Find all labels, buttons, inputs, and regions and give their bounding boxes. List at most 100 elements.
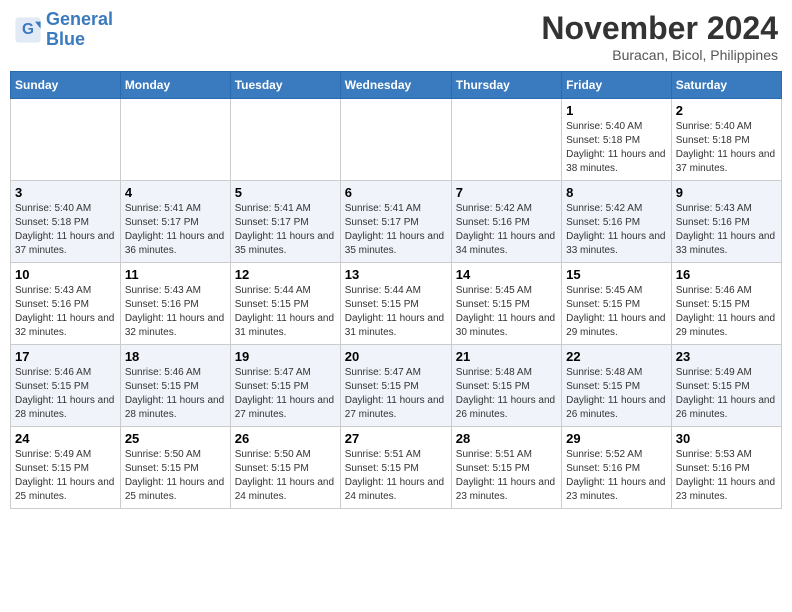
day-number: 29 <box>566 431 667 446</box>
calendar-cell: 4 Sunrise: 5:41 AMSunset: 5:17 PMDaylight… <box>120 181 230 263</box>
day-number: 2 <box>676 103 777 118</box>
day-info: Sunrise: 5:53 AMSunset: 5:16 PMDaylight:… <box>676 448 777 504</box>
day-info: Sunrise: 5:50 AMSunset: 5:15 PMDaylight:… <box>125 448 226 504</box>
calendar-cell: 21 Sunrise: 5:48 AMSunset: 5:15 PMDayligh… <box>451 345 561 427</box>
calendar-cell: 28 Sunrise: 5:51 AMSunset: 5:15 PMDayligh… <box>451 427 561 509</box>
calendar-cell: 29 Sunrise: 5:52 AMSunset: 5:16 PMDayligh… <box>562 427 672 509</box>
day-number: 19 <box>235 349 336 364</box>
day-number: 21 <box>456 349 557 364</box>
calendar-cell <box>230 99 340 181</box>
logo-line2: Blue <box>46 30 113 50</box>
title-block: November 2024 Buracan, Bicol, Philippine… <box>541 10 778 63</box>
calendar-cell <box>11 99 121 181</box>
day-info: Sunrise: 5:48 AMSunset: 5:15 PMDaylight:… <box>456 366 557 422</box>
day-number: 30 <box>676 431 777 446</box>
day-header-thursday: Thursday <box>451 72 561 99</box>
day-number: 22 <box>566 349 667 364</box>
calendar-cell: 23 Sunrise: 5:49 AMSunset: 5:15 PMDayligh… <box>671 345 781 427</box>
logo: G General Blue <box>14 10 113 50</box>
calendar-week-row: 3 Sunrise: 5:40 AMSunset: 5:18 PMDaylight… <box>11 181 782 263</box>
calendar-cell <box>451 99 561 181</box>
day-number: 9 <box>676 185 777 200</box>
calendar-cell: 1 Sunrise: 5:40 AMSunset: 5:18 PMDaylight… <box>562 99 672 181</box>
calendar-cell: 11Sunrise: 5:43 AMSunset: 5:16 PMDayligh… <box>120 263 230 345</box>
day-number: 23 <box>676 349 777 364</box>
day-info: Sunrise: 5:44 AMSunset: 5:15 PMDaylight:… <box>345 284 447 340</box>
calendar-cell <box>120 99 230 181</box>
day-number: 28 <box>456 431 557 446</box>
day-header-saturday: Saturday <box>671 72 781 99</box>
calendar-cell: 25Sunrise: 5:50 AMSunset: 5:15 PMDayligh… <box>120 427 230 509</box>
day-number: 13 <box>345 267 447 282</box>
day-info: Sunrise: 5:48 AMSunset: 5:15 PMDaylight:… <box>566 366 667 422</box>
calendar-cell: 13 Sunrise: 5:44 AMSunset: 5:15 PMDayligh… <box>340 263 451 345</box>
calendar-cell: 5 Sunrise: 5:41 AMSunset: 5:17 PMDaylight… <box>230 181 340 263</box>
calendar-cell: 18 Sunrise: 5:46 AMSunset: 5:15 PMDayligh… <box>120 345 230 427</box>
logo-line1: General <box>46 9 113 29</box>
calendar-cell: 7 Sunrise: 5:42 AMSunset: 5:16 PMDaylight… <box>451 181 561 263</box>
day-info: Sunrise: 5:46 AMSunset: 5:15 PMDaylight:… <box>125 366 226 422</box>
day-info: Sunrise: 5:40 AMSunset: 5:18 PMDaylight:… <box>676 120 777 176</box>
page-header: G General Blue November 2024 Buracan, Bi… <box>10 10 782 63</box>
calendar-week-row: 10Sunrise: 5:43 AMSunset: 5:16 PMDayligh… <box>11 263 782 345</box>
day-number: 26 <box>235 431 336 446</box>
day-number: 3 <box>15 185 116 200</box>
calendar-cell: 6 Sunrise: 5:41 AMSunset: 5:17 PMDaylight… <box>340 181 451 263</box>
day-number: 6 <box>345 185 447 200</box>
calendar-cell: 22 Sunrise: 5:48 AMSunset: 5:15 PMDayligh… <box>562 345 672 427</box>
day-info: Sunrise: 5:51 AMSunset: 5:15 PMDaylight:… <box>456 448 557 504</box>
day-number: 5 <box>235 185 336 200</box>
logo-text: General Blue <box>46 10 113 50</box>
month-title: November 2024 <box>541 10 778 47</box>
calendar-cell: 16Sunrise: 5:46 AMSunset: 5:15 PMDayligh… <box>671 263 781 345</box>
day-number: 4 <box>125 185 226 200</box>
day-info: Sunrise: 5:49 AMSunset: 5:15 PMDaylight:… <box>15 448 116 504</box>
calendar-cell: 12 Sunrise: 5:44 AMSunset: 5:15 PMDayligh… <box>230 263 340 345</box>
day-info: Sunrise: 5:50 AMSunset: 5:15 PMDaylight:… <box>235 448 336 504</box>
day-info: Sunrise: 5:52 AMSunset: 5:16 PMDaylight:… <box>566 448 667 504</box>
day-info: Sunrise: 5:41 AMSunset: 5:17 PMDaylight:… <box>235 202 336 258</box>
day-info: Sunrise: 5:47 AMSunset: 5:15 PMDaylight:… <box>345 366 447 422</box>
calendar-cell: 17Sunrise: 5:46 AMSunset: 5:15 PMDayligh… <box>11 345 121 427</box>
day-info: Sunrise: 5:43 AMSunset: 5:16 PMDaylight:… <box>676 202 777 258</box>
day-info: Sunrise: 5:43 AMSunset: 5:16 PMDaylight:… <box>15 284 116 340</box>
calendar-cell: 2 Sunrise: 5:40 AMSunset: 5:18 PMDaylight… <box>671 99 781 181</box>
calendar-cell: 9 Sunrise: 5:43 AMSunset: 5:16 PMDaylight… <box>671 181 781 263</box>
calendar-table: SundayMondayTuesdayWednesdayThursdayFrid… <box>10 71 782 509</box>
day-number: 7 <box>456 185 557 200</box>
day-number: 17 <box>15 349 116 364</box>
day-number: 18 <box>125 349 226 364</box>
calendar-cell: 10Sunrise: 5:43 AMSunset: 5:16 PMDayligh… <box>11 263 121 345</box>
day-header-monday: Monday <box>120 72 230 99</box>
calendar-week-row: 24 Sunrise: 5:49 AMSunset: 5:15 PMDayligh… <box>11 427 782 509</box>
calendar-cell: 19Sunrise: 5:47 AMSunset: 5:15 PMDayligh… <box>230 345 340 427</box>
day-info: Sunrise: 5:41 AMSunset: 5:17 PMDaylight:… <box>345 202 447 258</box>
calendar-cell: 20 Sunrise: 5:47 AMSunset: 5:15 PMDayligh… <box>340 345 451 427</box>
calendar-cell: 26 Sunrise: 5:50 AMSunset: 5:15 PMDayligh… <box>230 427 340 509</box>
calendar-week-row: 1 Sunrise: 5:40 AMSunset: 5:18 PMDaylight… <box>11 99 782 181</box>
day-number: 1 <box>566 103 667 118</box>
calendar-cell: 15Sunrise: 5:45 AMSunset: 5:15 PMDayligh… <box>562 263 672 345</box>
day-number: 24 <box>15 431 116 446</box>
day-info: Sunrise: 5:40 AMSunset: 5:18 PMDaylight:… <box>566 120 667 176</box>
day-info: Sunrise: 5:41 AMSunset: 5:17 PMDaylight:… <box>125 202 226 258</box>
day-info: Sunrise: 5:51 AMSunset: 5:15 PMDaylight:… <box>345 448 447 504</box>
day-header-tuesday: Tuesday <box>230 72 340 99</box>
day-number: 27 <box>345 431 447 446</box>
calendar-cell: 14Sunrise: 5:45 AMSunset: 5:15 PMDayligh… <box>451 263 561 345</box>
day-number: 12 <box>235 267 336 282</box>
day-info: Sunrise: 5:42 AMSunset: 5:16 PMDaylight:… <box>456 202 557 258</box>
location-subtitle: Buracan, Bicol, Philippines <box>541 47 778 63</box>
calendar-week-row: 17 Sunrise: 5:46 AMSunset: 5:15 PMDayligh… <box>11 345 782 427</box>
day-info: Sunrise: 5:49 AMSunset: 5:15 PMDaylight:… <box>676 366 777 422</box>
calendar-cell: 3 Sunrise: 5:40 AMSunset: 5:18 PMDaylight… <box>11 181 121 263</box>
calendar-cell: 8Sunrise: 5:42 AMSunset: 5:16 PMDaylight… <box>562 181 672 263</box>
day-info: Sunrise: 5:40 AMSunset: 5:18 PMDaylight:… <box>15 202 116 258</box>
calendar-cell: 24 Sunrise: 5:49 AMSunset: 5:15 PMDayligh… <box>11 427 121 509</box>
day-info: Sunrise: 5:44 AMSunset: 5:15 PMDaylight:… <box>235 284 336 340</box>
day-info: Sunrise: 5:42 AMSunset: 5:16 PMDaylight:… <box>566 202 667 258</box>
day-number: 20 <box>345 349 447 364</box>
svg-text:G: G <box>22 21 34 38</box>
day-info: Sunrise: 5:46 AMSunset: 5:15 PMDaylight:… <box>676 284 777 340</box>
day-number: 15 <box>566 267 667 282</box>
